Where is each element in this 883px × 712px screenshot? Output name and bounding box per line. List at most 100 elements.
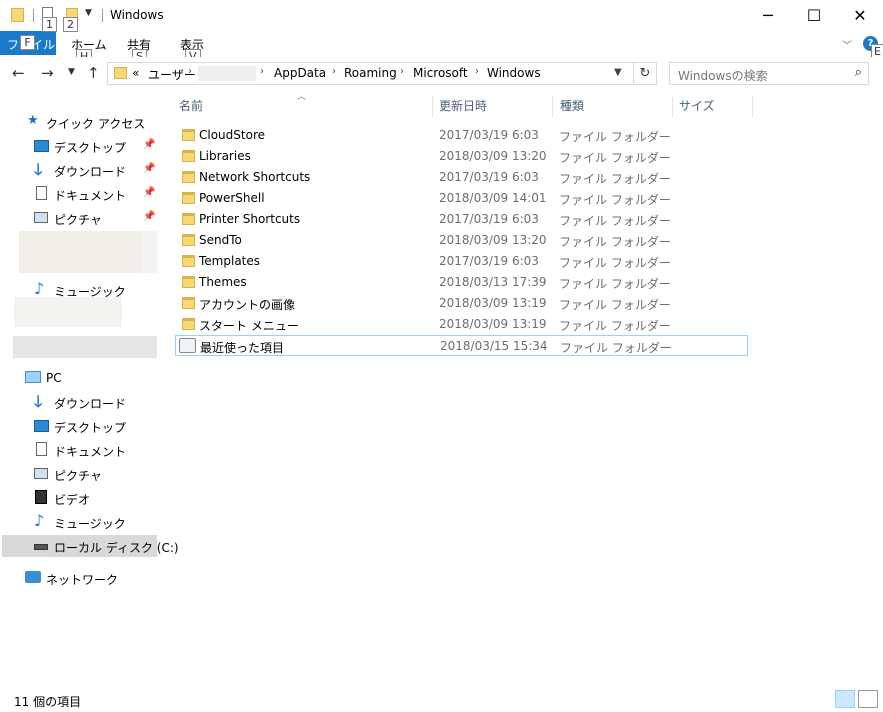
pin-icon[interactable]: 📌: [143, 139, 155, 150]
file-name: SendTo: [199, 233, 242, 247]
refresh-icon[interactable]: ↻: [634, 62, 657, 85]
breadcrumb-roaming[interactable]: Roaming: [344, 66, 397, 80]
column-divider[interactable]: [552, 96, 553, 118]
breadcrumb-separator[interactable]: ›: [332, 66, 336, 77]
item-count: 11 個の項目: [14, 695, 82, 709]
pin-icon[interactable]: 📌: [143, 163, 155, 174]
file-name: Libraries: [199, 149, 251, 163]
file-row[interactable]: スタート メニュー 2018/03/09 13:19 ファイル フォルダー: [175, 314, 748, 335]
file-row[interactable]: SendTo 2018/03/09 13:20 ファイル フォルダー: [175, 230, 748, 251]
file-type: ファイル フォルダー: [559, 151, 671, 165]
pc-icon: [25, 371, 41, 383]
recent-locations-icon[interactable]: ▼: [68, 67, 75, 77]
sort-ascending-icon: ︿: [297, 92, 307, 102]
breadcrumb-separator[interactable]: ›: [260, 66, 264, 77]
file-name: Templates: [199, 254, 261, 268]
breadcrumb-appdata[interactable]: AppData: [274, 66, 326, 80]
file-date: 2017/03/19 6:03: [439, 170, 539, 184]
folder-icon: [182, 150, 195, 162]
redacted-item: [141, 231, 157, 273]
up-icon[interactable]: ↑: [87, 64, 100, 82]
file-row[interactable]: Libraries 2018/03/09 13:20 ファイル フォルダー: [175, 146, 748, 167]
status-bar: 11 個の項目: [0, 688, 883, 712]
breadcrumb-overflow[interactable]: «: [132, 66, 139, 80]
folder-icon: [182, 297, 195, 309]
file-row[interactable]: 最近使った項目 2018/03/15 15:34 ファイル フォルダー: [175, 335, 748, 356]
file-type: ファイル フォルダー: [559, 256, 671, 270]
file-type: ファイル フォルダー: [559, 277, 671, 291]
desktop-icon: [34, 420, 49, 432]
nav-quick-desktop[interactable]: デスクトップ 📌: [0, 135, 158, 157]
nav-pc-local-disk[interactable]: ローカル ディスク (C:): [2, 535, 179, 557]
ribbon-expand-icon[interactable]: ﹀: [842, 37, 852, 52]
forward-icon[interactable]: →: [41, 64, 54, 82]
file-date: 2018/03/09 14:01: [439, 191, 547, 205]
breadcrumb-windows[interactable]: Windows: [487, 66, 541, 80]
download-icon: 🡓: [34, 160, 43, 179]
picture-icon: [34, 468, 48, 479]
pin-icon[interactable]: 📌: [143, 211, 155, 222]
minimize-button[interactable]: ─: [745, 0, 791, 31]
details-view-icon[interactable]: [835, 690, 855, 708]
back-icon[interactable]: ←: [12, 64, 25, 82]
nav-quick-pictures[interactable]: ピクチャ 📌: [0, 207, 158, 229]
disk-icon: [34, 544, 48, 550]
file-name: CloudStore: [199, 128, 265, 142]
search-box[interactable]: Windowsの検索 ⌕: [669, 62, 869, 85]
breadcrumb-separator[interactable]: ›: [475, 66, 479, 77]
nav-quick-downloads[interactable]: 🡓 ダウンロード 📌: [0, 159, 158, 181]
redacted-item: [19, 231, 141, 273]
file-row[interactable]: PowerShell 2018/03/09 14:01 ファイル フォルダー: [175, 188, 748, 209]
breadcrumb-separator[interactable]: ›: [400, 66, 404, 77]
search-icon[interactable]: ⌕: [855, 65, 862, 80]
folder-icon: [182, 213, 195, 225]
file-row[interactable]: Network Shortcuts 2017/03/19 6:03 ファイル フ…: [175, 167, 748, 188]
file-row[interactable]: CloudStore 2017/03/19 6:03 ファイル フォルダー: [175, 125, 748, 146]
nav-quick-documents[interactable]: ドキュメント 📌: [0, 183, 158, 205]
folder-icon: [182, 192, 195, 204]
column-divider[interactable]: [672, 96, 673, 118]
nav-quick-access[interactable]: ★ クイック アクセス: [0, 111, 158, 133]
qat-dropdown-icon[interactable]: ▼: [85, 8, 92, 18]
close-button[interactable]: ✕: [837, 0, 883, 31]
nav-pc-desktop[interactable]: デスクトップ: [0, 415, 158, 437]
maximize-button[interactable]: ☐: [791, 0, 837, 31]
nav-pc-pictures[interactable]: ピクチャ: [0, 463, 158, 485]
column-header-name[interactable]: 名前: [179, 97, 203, 114]
nav-network[interactable]: ネットワーク: [0, 567, 158, 589]
document-icon: [36, 442, 47, 456]
nav-pc-videos[interactable]: ビデオ: [0, 487, 158, 509]
breadcrumb-microsoft[interactable]: Microsoft: [413, 66, 468, 80]
nav-pc-music[interactable]: ♪ ミュージック: [0, 511, 158, 533]
nav-pc-downloads[interactable]: 🡓 ダウンロード: [0, 391, 158, 413]
desktop-icon: [34, 140, 49, 152]
file-type: ファイル フォルダー: [560, 341, 672, 355]
file-row[interactable]: Themes 2018/03/13 17:39 ファイル フォルダー: [175, 272, 748, 293]
column-header-type[interactable]: 種類: [560, 97, 584, 114]
nav-pc-documents[interactable]: ドキュメント: [0, 439, 158, 461]
file-row[interactable]: Templates 2017/03/19 6:03 ファイル フォルダー: [175, 251, 748, 272]
search-input[interactable]: Windowsの検索: [678, 67, 768, 84]
column-header-date[interactable]: 更新日時: [439, 97, 487, 114]
qat-separator-2: [102, 9, 103, 22]
nav-label: ピクチャ: [54, 469, 102, 483]
large-icons-view-icon[interactable]: [858, 690, 878, 708]
file-name: Printer Shortcuts: [199, 212, 301, 226]
nav-pc[interactable]: PC: [0, 367, 158, 389]
star-icon: ★: [27, 113, 39, 128]
address-bar[interactable]: « ユーザー › › AppData › Roaming › Microsoft…: [107, 62, 634, 85]
nav-label: ダウンロード: [54, 165, 127, 179]
file-row[interactable]: Printer Shortcuts 2017/03/19 6:03 ファイル フ…: [175, 209, 748, 230]
address-dropdown-icon[interactable]: ▼: [614, 67, 622, 78]
nav-label: ダウンロード: [54, 397, 127, 411]
pin-icon[interactable]: 📌: [143, 187, 155, 198]
column-divider[interactable]: [432, 96, 433, 118]
file-name: アカウントの画像: [199, 298, 296, 312]
file-row[interactable]: アカウントの画像 2018/03/09 13:19 ファイル フォルダー: [175, 293, 748, 314]
column-divider[interactable]: [752, 96, 753, 118]
file-date: 2017/03/19 6:03: [439, 128, 539, 142]
breadcrumb-separator[interactable]: ›: [188, 66, 192, 77]
nav-label: ローカル ディスク (C:): [54, 541, 179, 555]
column-header-size[interactable]: サイズ: [679, 97, 715, 114]
file-name: Themes: [199, 275, 247, 289]
